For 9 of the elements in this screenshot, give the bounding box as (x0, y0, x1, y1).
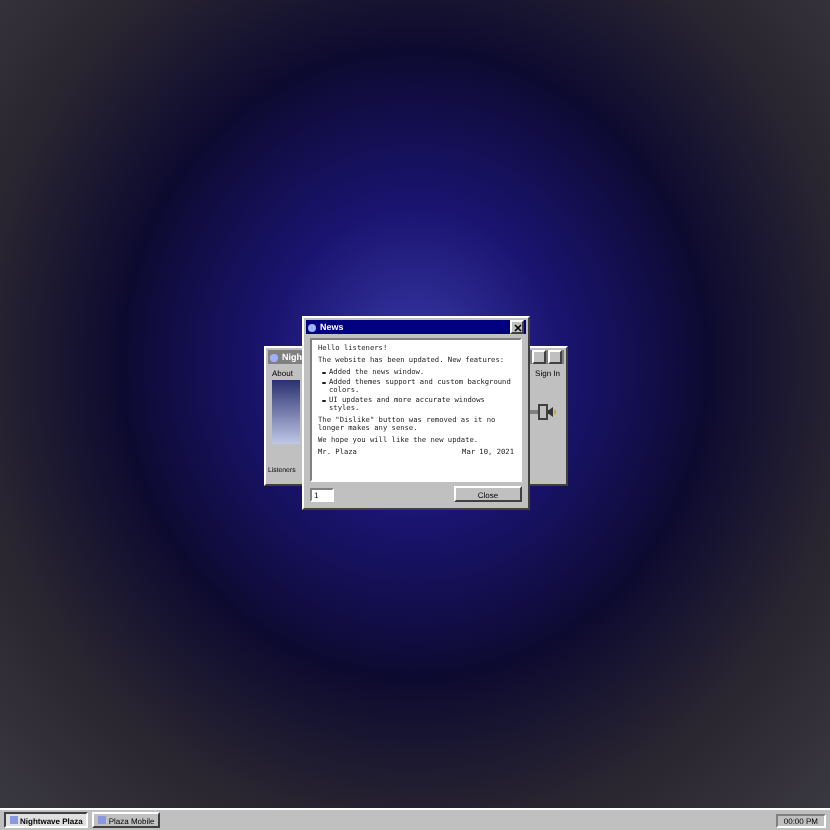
app-icon (270, 353, 278, 361)
minimize-button[interactable] (532, 350, 546, 364)
cover-art-placeholder (272, 380, 300, 444)
app-icon (308, 323, 316, 331)
app-icon (98, 816, 107, 824)
maximize-button[interactable] (548, 350, 562, 364)
app-icon (10, 816, 18, 824)
speaker-icon[interactable] (546, 406, 558, 418)
slider-thumb[interactable] (537, 404, 548, 420)
